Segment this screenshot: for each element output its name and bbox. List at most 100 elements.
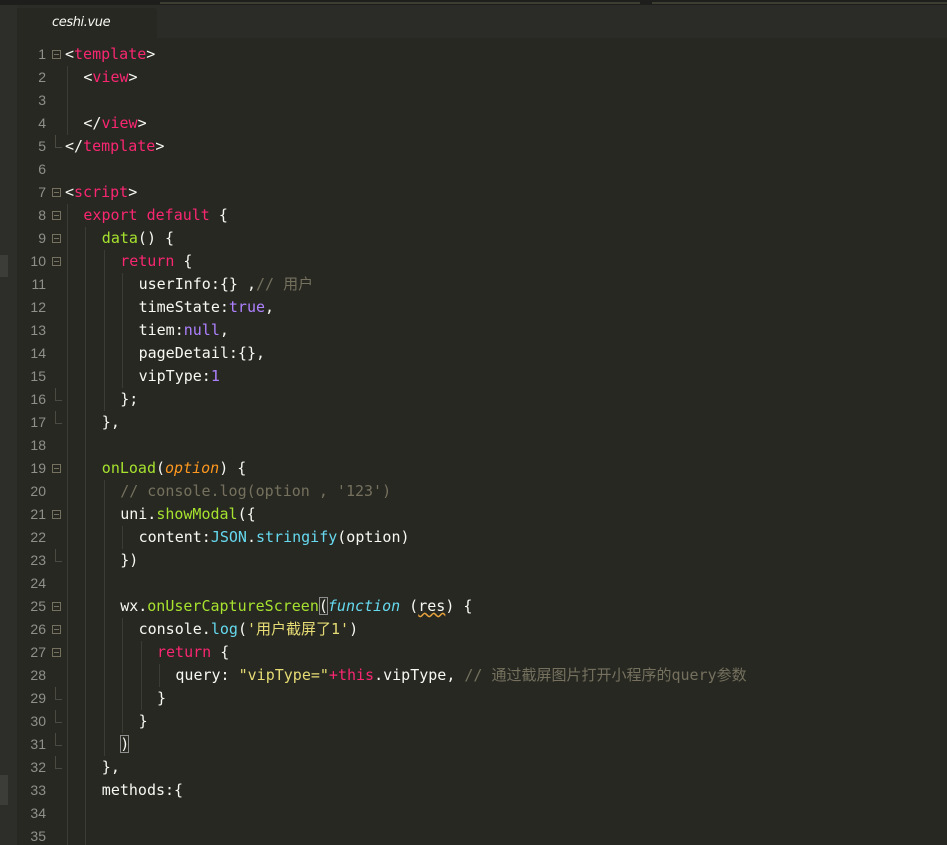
fold-toggle-icon[interactable]: [52, 648, 61, 657]
code-line[interactable]: 7 <script>: [17, 181, 947, 204]
indent-guide: [67, 664, 68, 687]
code-editor[interactable]: 1 <template> 2 <view> 3 4 </view> 5 </template> 6…: [17, 38, 947, 845]
code-token: function: [327, 597, 401, 615]
tab-ceshi-vue[interactable]: ceshi.vue: [17, 8, 157, 38]
code-line[interactable]: 21 uni.showModal({: [17, 503, 947, 526]
code-token: },: [101, 413, 120, 431]
fold-toggle-icon[interactable]: [52, 602, 61, 611]
code-line[interactable]: 15 vipType:1: [17, 365, 947, 388]
fold-toggle-icon[interactable]: [52, 188, 61, 197]
line-number: 8: [38, 207, 46, 223]
code-line[interactable]: 29}: [17, 687, 947, 710]
fold-toggle-icon[interactable]: [52, 510, 61, 519]
indent-guide: [103, 250, 105, 273]
code-token: view: [92, 68, 129, 86]
code-token: }): [120, 551, 139, 569]
code-token: this: [337, 666, 375, 684]
code-line[interactable]: 18: [17, 434, 947, 457]
code-line[interactable]: 19 onLoad(option) {: [17, 457, 947, 480]
indent-guide: [67, 549, 68, 572]
indent-guide: [67, 434, 68, 457]
fold-toggle-icon[interactable]: [52, 211, 61, 220]
code-line[interactable]: 20 // console.log(option , '123'): [17, 480, 947, 503]
fold-toggle-icon[interactable]: [52, 50, 61, 59]
code-line[interactable]: 25 wx.onUserCaptureScreen(function (res) …: [17, 595, 947, 618]
code-line[interactable]: 27 return {: [17, 641, 947, 664]
code-line[interactable]: 33 methods:{: [17, 779, 947, 802]
fold-end-marker: [55, 733, 62, 746]
indent-guide: [85, 342, 87, 365]
code-line[interactable]: 12 timeState:true,: [17, 296, 947, 319]
code-token: 1: [210, 367, 220, 385]
code-token: wx.: [120, 597, 148, 615]
code-line[interactable]: 31): [17, 733, 947, 756]
indent-guide: [67, 802, 68, 825]
line-number: 33: [30, 782, 46, 798]
code-line[interactable]: 3: [17, 89, 947, 112]
indent-guide: [67, 250, 68, 273]
code-line[interactable]: 13 tiem:null,: [17, 319, 947, 342]
indent-guide: [85, 434, 87, 457]
indent-guide: [85, 227, 87, 250]
fold-toggle-icon[interactable]: [52, 234, 61, 243]
code-text: content:JSON.stringify(option): [139, 526, 410, 549]
sidebar-edge[interactable]: [0, 5, 18, 845]
indent-guide: [85, 526, 87, 549]
code-line[interactable]: 34: [17, 802, 947, 825]
line-number: 5: [38, 138, 46, 154]
code-line[interactable]: 17},: [17, 411, 947, 434]
code-text: return {: [157, 641, 229, 664]
code-line[interactable]: 26 console.log('用户截屏了1'): [17, 618, 947, 641]
code-text: uni.showModal({: [120, 503, 255, 526]
code-line[interactable]: 24: [17, 572, 947, 595]
fold-end-marker: [55, 710, 62, 723]
code-token: >: [137, 114, 147, 132]
line-number: 18: [30, 437, 46, 453]
indent-guide: [103, 710, 105, 733]
code-line[interactable]: 16};: [17, 388, 947, 411]
top-strip-segment: [160, 2, 640, 4]
indent-guide: [85, 595, 87, 618]
code-line[interactable]: 5 </template>: [17, 135, 947, 158]
code-token: >: [146, 45, 156, 63]
code-line[interactable]: 2 <view>: [17, 66, 947, 89]
indent-guide: [103, 365, 105, 388]
indent-guide: [103, 342, 105, 365]
code-line[interactable]: 11 userInfo:{} ,// 用户: [17, 273, 947, 296]
indent-guide: [122, 687, 124, 710]
code-line[interactable]: 23}): [17, 549, 947, 572]
code-token: ): [349, 620, 359, 638]
code-line[interactable]: 22 content:JSON.stringify(option): [17, 526, 947, 549]
code-line[interactable]: 35: [17, 825, 947, 845]
indent-guide: [85, 480, 87, 503]
code-line[interactable]: 6: [17, 158, 947, 181]
code-line[interactable]: 30}: [17, 710, 947, 733]
line-number: 7: [38, 184, 46, 200]
code-text: vipType:1: [139, 365, 220, 388]
fold-toggle-icon[interactable]: [52, 625, 61, 634]
code-token: data: [101, 229, 138, 247]
code-token: ,: [265, 298, 275, 316]
code-line[interactable]: 28 query: "vipType="+this.vipType, // 通过截…: [17, 664, 947, 687]
code-line[interactable]: 14 pageDetail:{},: [17, 342, 947, 365]
code-token: userInfo:{} ,: [138, 275, 256, 293]
indent-guide: [103, 595, 105, 618]
code-line[interactable]: 9 data() {: [17, 227, 947, 250]
code-line[interactable]: 10 return {: [17, 250, 947, 273]
code-line[interactable]: 1 <template>: [17, 43, 947, 66]
indent-guide: [122, 273, 124, 296]
fold-toggle-icon[interactable]: [52, 257, 61, 266]
code-text: query: "vipType="+this.vipType, // 通过截屏图…: [175, 664, 746, 687]
code-line[interactable]: 8 export default {: [17, 204, 947, 227]
code-token: ) {: [219, 459, 247, 477]
code-line[interactable]: 4 </view>: [17, 112, 947, 135]
code-token: (: [155, 459, 166, 477]
indent-guide: [85, 641, 87, 664]
indent-guide: [67, 296, 68, 319]
code-line[interactable]: 32},: [17, 756, 947, 779]
line-number: 26: [30, 621, 46, 637]
code-token: view: [101, 114, 138, 132]
code-token: .vipType,: [374, 666, 465, 684]
indent-guide: [85, 296, 87, 319]
fold-toggle-icon[interactable]: [52, 464, 61, 473]
